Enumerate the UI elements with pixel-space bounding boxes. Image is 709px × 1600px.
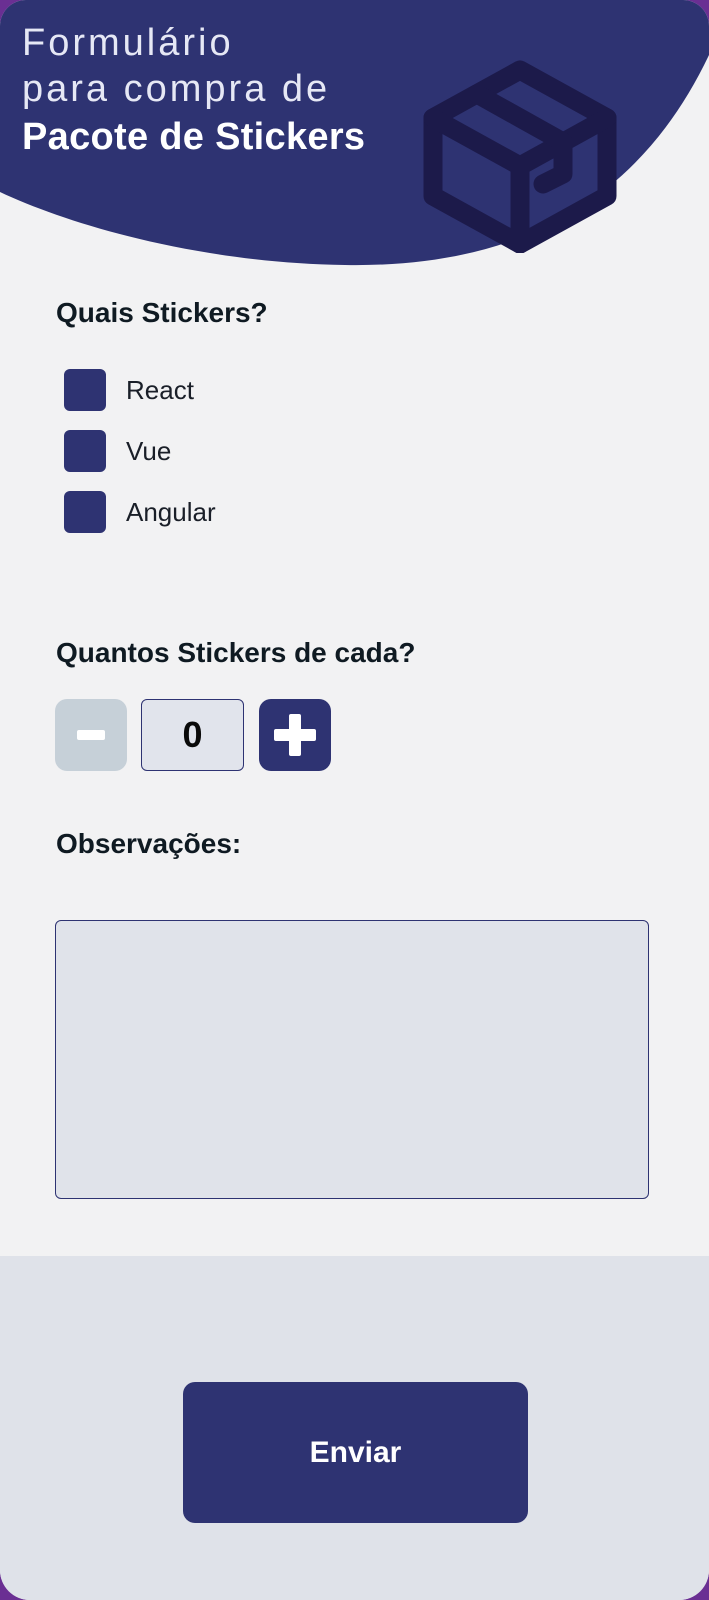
observations-textarea[interactable]	[55, 920, 649, 1199]
submit-button[interactable]: Enviar	[183, 1382, 528, 1523]
angular-checkbox[interactable]	[64, 491, 106, 533]
minus-icon	[77, 730, 105, 740]
header-title-line-3: Pacote de Stickers	[22, 116, 366, 158]
increment-button[interactable]	[259, 699, 331, 771]
header-title: Formulário para compra de Pacote de Stic…	[22, 20, 365, 162]
option-label-angular: Angular	[126, 496, 216, 527]
footer-panel: Enviar	[0, 1256, 709, 1600]
quantity-value[interactable]: 0	[141, 699, 244, 771]
option-react[interactable]: React	[64, 369, 194, 411]
quantity-question: Quantos Stickers de cada?	[56, 637, 416, 668]
header-title-line-1: Formulário	[22, 22, 234, 64]
react-checkbox[interactable]	[64, 369, 106, 411]
package-box-icon	[423, 60, 617, 253]
observations-label: Observações:	[56, 828, 242, 859]
decrement-button[interactable]	[55, 699, 127, 771]
stickers-question: Quais Stickers?	[56, 297, 268, 328]
header-title-line-2: para compra de	[22, 68, 331, 110]
option-label-react: React	[126, 374, 194, 405]
option-vue[interactable]: Vue	[64, 430, 171, 472]
form-screen: Formulário para compra de Pacote de Stic…	[0, 0, 709, 1600]
option-angular[interactable]: Angular	[64, 491, 216, 533]
plus-icon-vertical	[289, 714, 301, 756]
vue-checkbox[interactable]	[64, 430, 106, 472]
option-label-vue: Vue	[126, 435, 172, 466]
